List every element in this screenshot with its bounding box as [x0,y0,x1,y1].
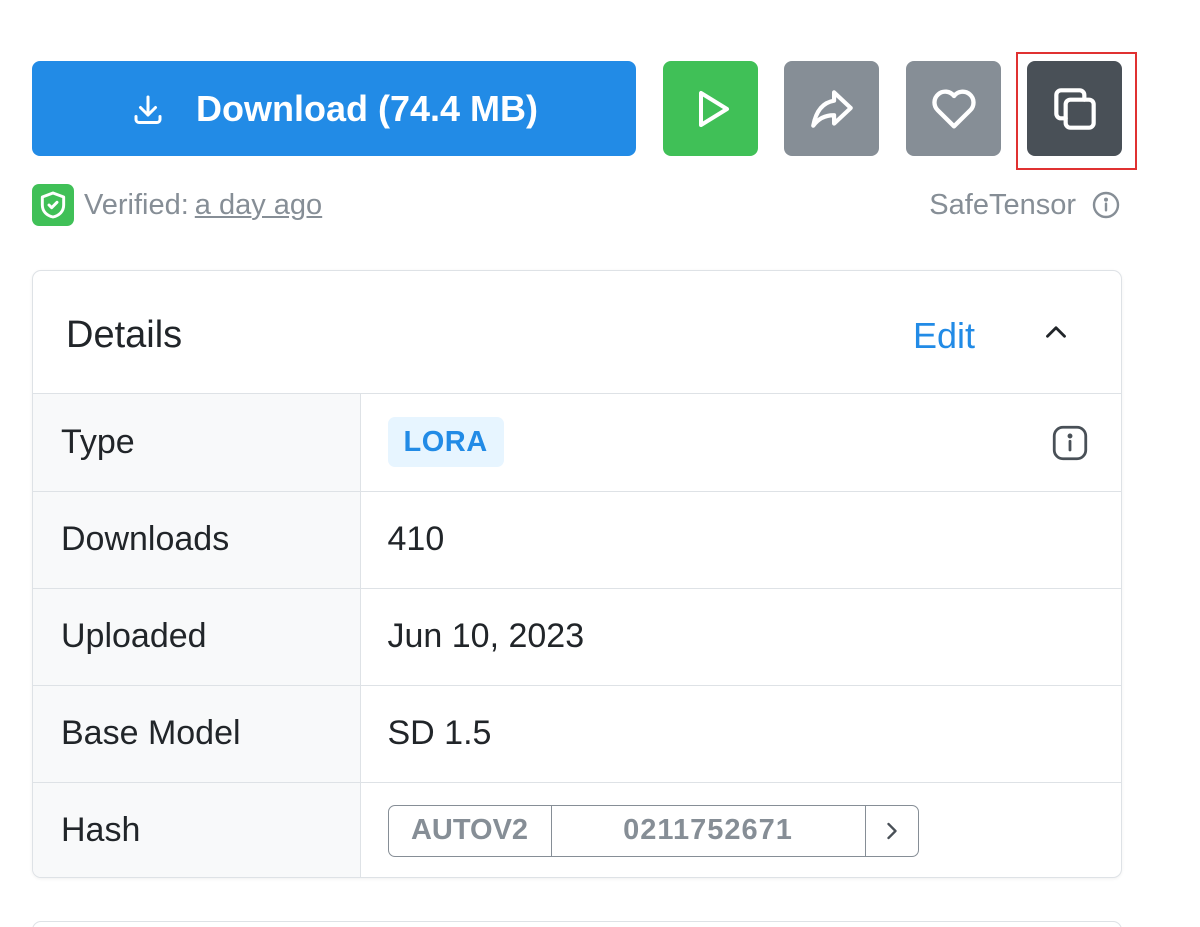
download-icon [130,91,166,127]
copy-icon [1047,81,1103,137]
type-badge: LORA [387,417,504,468]
details-card: Details Edit Type LORA Downloads 410 Upl… [32,270,1122,878]
row-value-base-model: SD 1.5 [360,685,1121,783]
hash-group: AUTOV2 0211752671 [387,804,919,857]
verified-status: Verified: a day ago [32,184,322,226]
table-row: Uploaded Jun 10, 2023 [33,588,1121,686]
table-row: Hash AUTOV2 0211752671 [33,782,1121,877]
format-label: SafeTensor [929,188,1076,221]
row-label-type: Type [33,394,361,492]
heart-icon [928,83,980,135]
details-header[interactable]: Details Edit [33,271,1121,394]
copy-button[interactable] [1027,61,1122,156]
row-label-base-model: Base Model [33,685,361,783]
row-label-downloads: Downloads [33,491,361,589]
edit-link[interactable]: Edit [913,315,975,357]
format-info: SafeTensor [929,184,1122,226]
share-button[interactable] [784,61,879,156]
hash-value[interactable]: 0211752671 [552,805,866,856]
info-icon[interactable] [1049,422,1091,464]
verified-label: Verified: [84,188,189,221]
hash-type-button[interactable]: AUTOV2 [389,805,552,856]
hash-next-button[interactable] [866,806,918,856]
action-row: Download (74.4 MB) [32,61,1122,156]
row-value-type: LORA [360,394,1121,492]
like-button[interactable] [906,61,1001,156]
table-row: Base Model SD 1.5 [33,685,1121,783]
details-table: Type LORA Downloads 410 Uploaded Jun 10,… [33,394,1121,877]
chevron-up-icon[interactable] [1039,315,1073,349]
table-row: Type LORA [33,394,1121,492]
play-icon [687,85,735,133]
share-icon [807,84,857,134]
row-label-hash: Hash [33,782,361,877]
row-label-uploaded: Uploaded [33,588,361,686]
row-value-hash: AUTOV2 0211752671 [360,782,1121,877]
next-card [32,921,1122,927]
row-value-downloads: 410 [360,491,1121,589]
row-value-uploaded: Jun 10, 2023 [360,588,1121,686]
download-button[interactable]: Download (74.4 MB) [32,61,636,156]
info-icon[interactable] [1090,189,1122,221]
verified-time[interactable]: a day ago [195,189,322,222]
download-label: Download (74.4 MB) [195,87,539,129]
meta-row: Verified: a day ago SafeTensor [32,184,1122,226]
shield-check-icon [32,184,74,226]
table-row: Downloads 410 [33,491,1121,589]
details-title: Details [66,314,183,356]
chevron-right-icon [878,817,906,845]
play-button[interactable] [663,61,758,156]
